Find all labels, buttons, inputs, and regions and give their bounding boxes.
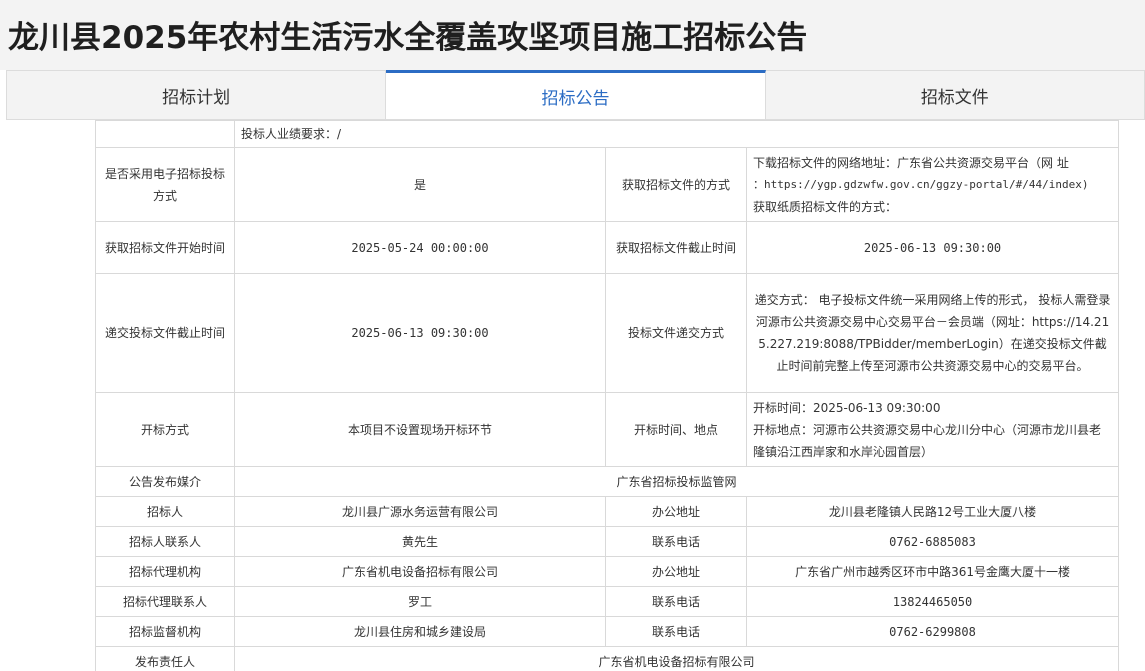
opening-time-label: 开标时间、地点 xyxy=(605,392,747,467)
tenderer-phone-value: 0762-6885083 xyxy=(745,526,1120,557)
media-label: 公告发布媒介 xyxy=(95,466,235,497)
agency-value: 广东省机电设备招标有限公司 xyxy=(234,556,606,587)
doc-end-time-value: 2025-06-13 09:30:00 xyxy=(745,221,1120,274)
table-row: 招标人 龙川县广源水务运营有限公司 办公地址 龙川县老隆镇人民路12号工业大厦八… xyxy=(95,496,1120,527)
table-row: 公告发布媒介 广东省招标投标监管网 xyxy=(95,466,1120,497)
table-row: 是否采用电子招标投标方式 是 获取招标文件的方式 下载招标文件的网络地址：广东省… xyxy=(95,147,1120,222)
table-cell xyxy=(95,120,235,148)
performance-requirement: 投标人业绩要求：/ xyxy=(233,120,1120,148)
table-row: 招标人联系人 黄先生 联系电话 0762-6885083 xyxy=(95,526,1120,557)
agency-label: 招标代理机构 xyxy=(95,556,235,587)
publisher-label: 发布责任人 xyxy=(95,646,235,671)
supervisor-phone-value: 0762-6299808 xyxy=(745,616,1120,647)
media-value: 广东省招标投标监管网 xyxy=(233,466,1120,497)
opening-time: 开标时间：2025-06-13 09:30:00 xyxy=(753,400,941,415)
supervisor-phone-label: 联系电话 xyxy=(605,616,747,647)
submit-deadline-label: 递交投标文件截止时间 xyxy=(95,273,235,393)
agency-office-value: 广东省广州市越秀区环市中路361号金鹰大厦十一楼 xyxy=(745,556,1120,587)
obtain-method-paper: 获取纸质招标文件的方式： xyxy=(753,199,898,214)
announcement-content[interactable]: 投标人业绩要求：/ 是否采用电子招标投标方式 是 获取招标文件的方式 下载招标文… xyxy=(0,120,1145,671)
submit-method-label: 投标文件递交方式 xyxy=(605,273,747,393)
table-row: 获取招标文件开始时间 2025-05-24 00:00:00 获取招标文件截止时… xyxy=(95,221,1120,274)
tenderer-office-value: 龙川县老隆镇人民路12号工业大厦八楼 xyxy=(745,496,1120,527)
table-row: 递交投标文件截止时间 2025-06-13 09:30:00 投标文件递交方式 … xyxy=(95,273,1120,393)
agency-phone-value: 13824465050 xyxy=(745,586,1120,617)
tenderer-office-label: 办公地址 xyxy=(605,496,747,527)
obtain-method-value: 下载招标文件的网络地址：广东省公共资源交易平台（网 址 ：https://ygp… xyxy=(745,147,1120,222)
opening-location: 开标地点：河源市公共资源交易中心龙川分中心（河源市龙川县老隆镇沿江西岸家和水岸沁… xyxy=(753,422,1102,459)
opening-time-value: 开标时间：2025-06-13 09:30:00 开标地点：河源市公共资源交易中… xyxy=(745,392,1120,467)
agency-phone-label: 联系电话 xyxy=(605,586,747,617)
doc-start-time-value: 2025-05-24 00:00:00 xyxy=(234,221,606,274)
submit-deadline-value: 2025-06-13 09:30:00 xyxy=(234,273,606,393)
opening-method-label: 开标方式 xyxy=(95,392,235,467)
tab-bid-documents[interactable]: 招标文件 xyxy=(766,71,1144,119)
tab-bar: 招标计划 招标公告 招标文件 xyxy=(6,70,1145,120)
electronic-bidding-label: 是否采用电子招标投标方式 xyxy=(95,147,235,222)
tenderer-label: 招标人 xyxy=(95,496,235,527)
agency-contact-value: 罗工 xyxy=(234,586,606,617)
publisher-value: 广东省机电设备招标有限公司 xyxy=(233,646,1120,671)
tab-bid-announcement[interactable]: 招标公告 xyxy=(386,70,766,119)
doc-start-time-label: 获取招标文件开始时间 xyxy=(95,221,235,274)
obtain-method-line: 下载招标文件的网络地址：广东省公共资源交易平台（网 址 xyxy=(753,155,1069,170)
opening-method-value: 本项目不设置现场开标环节 xyxy=(234,392,606,467)
supervisor-value: 龙川县住房和城乡建设局 xyxy=(234,616,606,647)
tenderer-value: 龙川县广源水务运营有限公司 xyxy=(234,496,606,527)
table-row: 投标人业绩要求：/ xyxy=(95,120,1120,148)
announcement-table: 投标人业绩要求：/ 是否采用电子招标投标方式 是 获取招标文件的方式 下载招标文… xyxy=(95,120,1120,671)
obtain-method-label: 获取招标文件的方式 xyxy=(605,147,747,222)
table-row: 招标代理机构 广东省机电设备招标有限公司 办公地址 广东省广州市越秀区环市中路3… xyxy=(95,556,1120,587)
submit-method-value: 递交方式： 电子投标文件统一采用网络上传的形式， 投标人需登录河源市公共资源交易… xyxy=(745,273,1120,393)
title-bar: 龙川县2025年农村生活污水全覆盖攻坚项目施工招标公告 xyxy=(0,0,1145,70)
table-row: 开标方式 本项目不设置现场开标环节 开标时间、地点 开标时间：2025-06-1… xyxy=(95,392,1120,467)
table-row: 发布责任人 广东省机电设备招标有限公司 xyxy=(95,646,1120,671)
table-row: 招标监督机构 龙川县住房和城乡建设局 联系电话 0762-6299808 xyxy=(95,616,1120,647)
page-title: 龙川县2025年农村生活污水全覆盖攻坚项目施工招标公告 xyxy=(8,20,808,56)
tenderer-phone-label: 联系电话 xyxy=(605,526,747,557)
table-row: 招标代理联系人 罗工 联系电话 13824465050 xyxy=(95,586,1120,617)
supervisor-label: 招标监督机构 xyxy=(95,616,235,647)
doc-end-time-label: 获取招标文件截止时间 xyxy=(605,221,747,274)
agency-office-label: 办公地址 xyxy=(605,556,747,587)
agency-contact-label: 招标代理联系人 xyxy=(95,586,235,617)
electronic-bidding-value: 是 xyxy=(234,147,606,222)
tenderer-contact-value: 黄先生 xyxy=(234,526,606,557)
obtain-method-url[interactable]: ：https://ygp.gdzwfw.gov.cn/ggzy-portal/#… xyxy=(753,174,1112,196)
tenderer-contact-label: 招标人联系人 xyxy=(95,526,235,557)
tab-bid-plan[interactable]: 招标计划 xyxy=(7,71,387,119)
